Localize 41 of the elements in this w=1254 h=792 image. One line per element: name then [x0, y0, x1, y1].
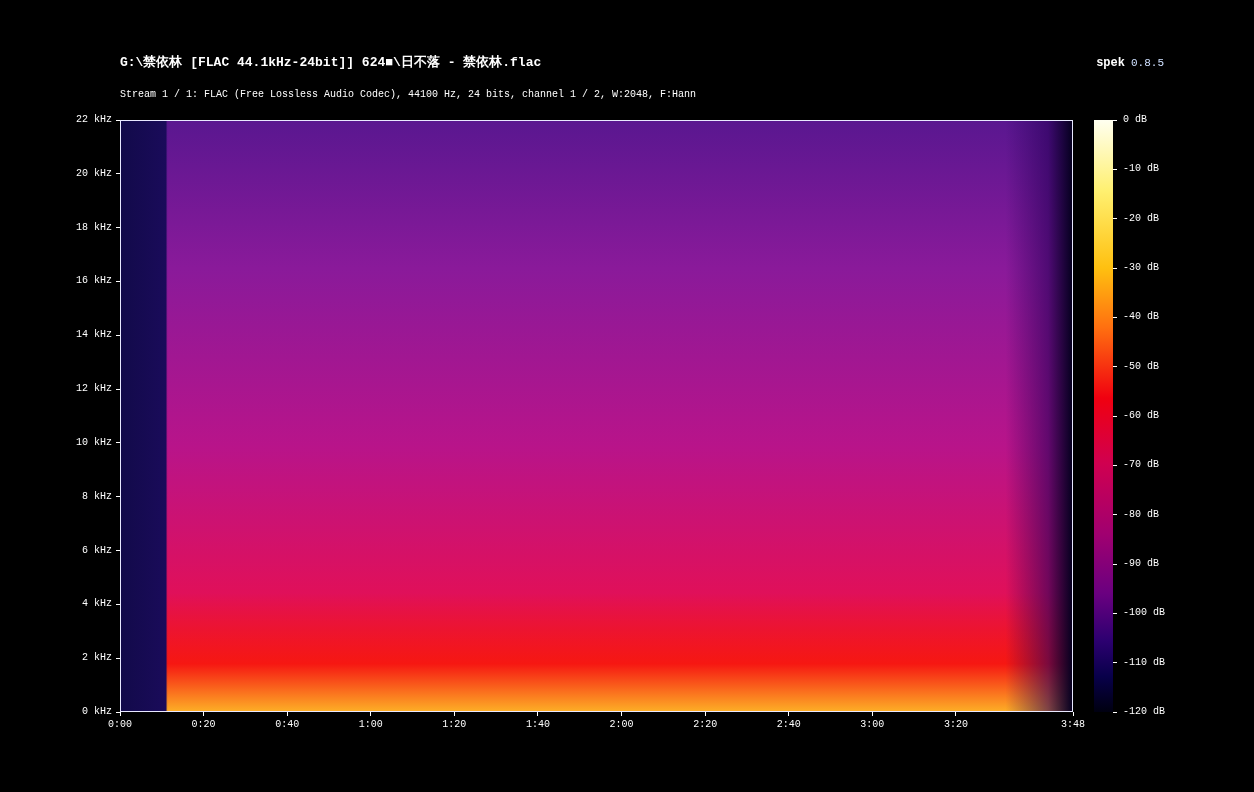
- app-name: spek: [1096, 56, 1125, 70]
- time-label: 2:00: [609, 719, 634, 731]
- decibel-label: -30 dB: [1123, 262, 1159, 274]
- frequency-label: 2 kHz: [82, 652, 112, 665]
- frequency-label: 20 kHz: [76, 167, 112, 180]
- frequency-label: 14 kHz: [76, 329, 112, 342]
- decibel-label: -10 dB: [1123, 163, 1159, 176]
- time-label: 3:20: [943, 719, 968, 731]
- decibel-label: -90 dB: [1123, 558, 1159, 570]
- time-label: 0:00: [108, 719, 132, 731]
- decibel-label: -70 dB: [1123, 459, 1159, 472]
- frequency-label: 18 kHz: [76, 221, 112, 234]
- frequency-label: 4 kHz: [82, 598, 112, 611]
- time-label: 1:40: [525, 719, 550, 731]
- time-label: 1:00: [358, 719, 383, 731]
- time-label: 3:48: [1061, 719, 1085, 731]
- time-label: 2:40: [776, 719, 801, 731]
- decibel-label: 0 dB: [1123, 114, 1147, 126]
- frequency-label: 16 kHz: [76, 275, 112, 288]
- frequency-label: 22 kHz: [76, 114, 112, 126]
- time-label: 1:20: [442, 719, 467, 731]
- decibel-label: -110 dB: [1123, 656, 1165, 669]
- file-path-title: G:\禁依林 [FLAC 44.1kHz-24bit]] 624■\日不落 - 禁依林.flac: [120, 54, 542, 71]
- frequency-label: 12 kHz: [76, 383, 112, 396]
- decibel-label: -50 dB: [1123, 360, 1159, 373]
- version-number: 0.8.5: [1131, 57, 1164, 69]
- decibel-label: -80 dB: [1123, 508, 1159, 521]
- frequency-label: 0 kHz: [82, 706, 112, 718]
- decibel-label: -100 dB: [1123, 607, 1165, 620]
- time-label: 3:00: [860, 719, 885, 731]
- time-label: 0:40: [275, 719, 300, 731]
- frequency-label: 8 kHz: [82, 490, 112, 503]
- frequency-label: 6 kHz: [82, 544, 112, 557]
- frequency-label: 10 kHz: [76, 436, 112, 449]
- time-label: 2:20: [693, 719, 718, 731]
- decibel-label: -60 dB: [1123, 410, 1159, 422]
- decibel-label: -120 dB: [1123, 706, 1165, 718]
- decibel-label: -40 dB: [1123, 311, 1159, 324]
- time-label: 0:20: [191, 719, 216, 731]
- decibel-label: -20 dB: [1123, 212, 1159, 225]
- stream-info: Stream 1 / 1: FLAC (Free Lossless Audio Codec), 44100 Hz, 24 bits, channel 1 / 2, W:2048, F:Hann: [120, 89, 698, 100]
